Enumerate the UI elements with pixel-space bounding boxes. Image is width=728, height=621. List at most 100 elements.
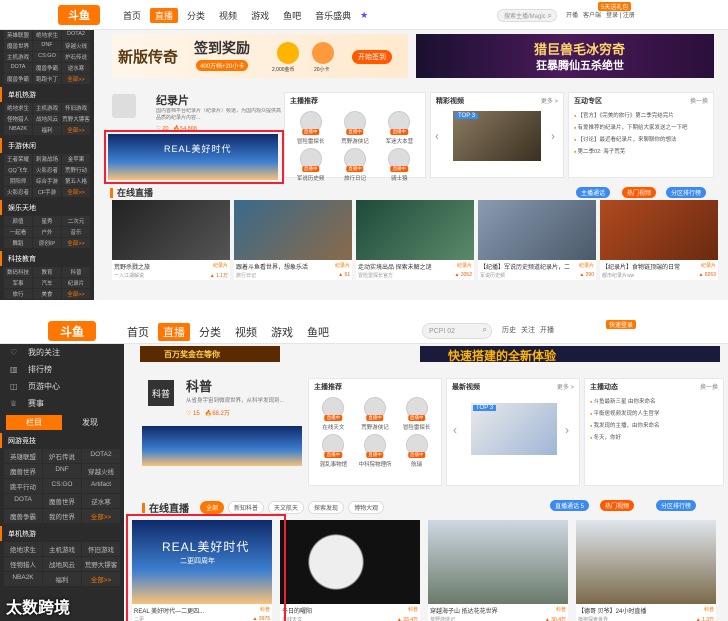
sidebar-item[interactable]: 魔兽争霸: [33, 63, 61, 73]
prev-arrow-icon[interactable]: ‹: [453, 423, 457, 437]
live-title[interactable]: 【德哥 贝爷】24小时直播: [576, 604, 716, 615]
sidebar-item[interactable]: 荒野大镖客: [62, 114, 90, 124]
sidebar-item[interactable]: 炉石传说: [62, 52, 90, 62]
sidebar-item[interactable]: CS:GO: [33, 52, 61, 62]
sidebar-item[interactable]: 荒野大镖客: [82, 557, 120, 571]
sidebar-item[interactable]: 金苹果: [62, 154, 90, 164]
sidebar-item[interactable]: 阴阳师: [4, 176, 32, 186]
video-thumb[interactable]: TOP 3: [453, 111, 541, 161]
sidebar-item[interactable]: 全部>>: [62, 187, 90, 197]
sidebar-item[interactable]: 魔兽争霸: [4, 509, 42, 523]
sidebar-item[interactable]: 星秀: [33, 216, 61, 226]
sidebar-item[interactable]: 原创IP: [33, 238, 61, 248]
streamer-item[interactable]: 直播中 冒险雷探长: [290, 111, 331, 145]
next-arrow-icon[interactable]: ›: [551, 129, 555, 143]
sidebar-item[interactable]: 怀旧游戏: [82, 542, 120, 556]
sidebar-item[interactable]: 综合手游: [33, 176, 61, 186]
sidebar-item[interactable]: Artifact: [82, 479, 120, 493]
sidebar-item[interactable]: DOTA2: [62, 30, 90, 40]
live-card[interactable]: 【纪录片】食物链顶端的日常 都市纪录片ww ▲ 8263 纪录片: [600, 200, 718, 280]
sidebar-item[interactable]: 绝地求生: [4, 103, 32, 113]
promo-banner-left[interactable]: 百万奖金在等你: [140, 346, 280, 362]
sidebar-item-rank[interactable]: ▥ 排行榜: [0, 361, 124, 378]
sidebar-item[interactable]: DNF: [43, 464, 81, 478]
sidebar-item-match[interactable]: ♕ 赛事: [0, 395, 124, 412]
streamer-name[interactable]: 都市纪录片ww: [602, 272, 634, 279]
sidebar-item[interactable]: 英雄联盟: [4, 30, 32, 40]
nav-category[interactable]: 分类: [182, 8, 210, 23]
sidebar-item[interactable]: 福利: [43, 572, 81, 586]
search-icon[interactable]: ⌕: [483, 325, 487, 335]
sidebar-item[interactable]: 全部>>: [62, 238, 90, 248]
sidebar-item[interactable]: 全部>>: [82, 509, 120, 523]
sidebar-item[interactable]: 荒野行动: [62, 165, 90, 175]
sidebar-item[interactable]: 王者荣耀: [4, 154, 32, 164]
category-video-banner[interactable]: [142, 426, 302, 466]
streamer-item[interactable]: 直播中 骑士猿: [379, 148, 420, 182]
pill-call[interactable]: 主播通话: [576, 187, 611, 198]
streamer-item[interactable]: 直播中 航瑞: [397, 434, 436, 468]
live-card[interactable]: 荒野杀戮之旅 一入江湖解说 ▲ 1.1万 纪录片: [112, 200, 230, 280]
signin-banner[interactable]: 新版传奇 签到奖励 400万档+20小卡 2,000金币 20小卡 开始签到: [112, 34, 408, 78]
pill-hot[interactable]: 热门视频: [622, 187, 657, 198]
streamer-item[interactable]: 直播中 混乱事物馆: [314, 434, 353, 468]
sidebar-item[interactable]: 怪物猎人: [4, 557, 42, 571]
dynamics-item[interactable]: 冬天，你好: [585, 431, 723, 443]
client-link[interactable]: 客户端: [583, 10, 601, 19]
history-link[interactable]: 历史: [502, 325, 516, 335]
live-card[interactable]: 【纪播】军说历史频道纪录片，二 军说历史频 ▲ 290 纪录片: [478, 200, 596, 280]
nav-yuba[interactable]: 鱼吧: [302, 323, 334, 341]
sidebar-item[interactable]: 主机游戏: [33, 103, 61, 113]
live-title[interactable]: 穿越海子山 抵达花花世界: [428, 604, 568, 615]
pill-rank[interactable]: 分区排行榜: [656, 500, 697, 511]
filter-tab[interactable]: 新知科普: [228, 501, 265, 514]
sidebar-item[interactable]: 二次元: [62, 216, 90, 226]
live-card[interactable]: 走动实境出品 探索未解之谜 冒险雷探长官方 ▲ 3352 纪录片: [356, 200, 474, 280]
sidebar-item[interactable]: 火影忍者: [4, 187, 32, 197]
dynamics-item[interactable]: 我发现的主播，由你来命名: [585, 419, 723, 431]
streamer-name[interactable]: 冒险雷探长官方: [358, 272, 393, 279]
search-icon[interactable]: ⌕: [548, 11, 552, 21]
live-thumbnail[interactable]: [600, 200, 718, 260]
nav-game[interactable]: 游戏: [246, 8, 274, 23]
live-thumbnail[interactable]: [112, 200, 230, 260]
sidebar-item[interactable]: 跑跑卡丁: [33, 74, 61, 84]
streamer-name[interactable]: 在线天文: [282, 616, 302, 621]
nav-home[interactable]: 首页: [122, 323, 154, 341]
filter-tab[interactable]: 天文航天: [268, 501, 305, 514]
category-video-banner[interactable]: REAL美好时代: [108, 134, 278, 180]
nav-live[interactable]: 直播: [158, 323, 190, 341]
live-card[interactable]: 跟着斗鱼看世界，想象乐活 旅行日记 ▲ 61 纪录片: [234, 200, 352, 280]
sidebar-item[interactable]: 怀旧游戏: [62, 103, 90, 113]
live-thumbnail[interactable]: [478, 200, 596, 260]
streamer-item[interactable]: 直播中 中科院物理所: [356, 434, 395, 468]
video-thumb[interactable]: TOP 3: [471, 403, 557, 455]
sidebar-item[interactable]: 穿越火线: [62, 41, 90, 51]
streamer-item[interactable]: 直播中 军迷大本营: [379, 111, 420, 145]
sidebar-item[interactable]: 魔兽争霸: [4, 74, 32, 84]
streamer-item[interactable]: 直播中 荒野游侠记: [334, 111, 375, 145]
streamer-name[interactable]: 军说历史频: [480, 272, 505, 279]
sidebar-item[interactable]: 全部>>: [82, 572, 120, 586]
sidebar-item[interactable]: 全部>>: [62, 125, 90, 135]
nav-video[interactable]: 视频: [230, 323, 262, 341]
filter-tab[interactable]: 探索发现: [308, 501, 345, 514]
sidebar-item[interactable]: 音乐: [62, 227, 90, 237]
sidebar-item[interactable]: 福利: [33, 125, 61, 135]
sidebar-item[interactable]: 旅行: [4, 289, 32, 299]
pill-rank[interactable]: 分区排行榜: [666, 187, 707, 198]
sidebar-item[interactable]: 英雄联盟: [4, 449, 42, 463]
sidebar-item[interactable]: 一起看: [4, 227, 32, 237]
sidebar-item[interactable]: 火影忍者: [33, 165, 61, 175]
video-more-link[interactable]: 更多 >: [557, 382, 574, 392]
sidebar-item[interactable]: 魔兽世界: [43, 494, 81, 508]
streamer-item[interactable]: 直播中 在线天文: [314, 397, 353, 431]
nav-video[interactable]: 视频: [214, 8, 242, 23]
nav-music[interactable]: 音乐盛典: [310, 8, 356, 23]
login-link[interactable]: 登录 | 注册: [606, 10, 635, 19]
sidebar-item[interactable]: CS:GO: [43, 479, 81, 493]
filter-tab[interactable]: 全部: [200, 501, 225, 514]
game-banner[interactable]: 猎巨兽毛冰穷奇 狂暴腾仙五杀绝世: [416, 34, 714, 78]
live-card[interactable]: 穿越海子山 抵达花花世界 荒野游侠记 ▲ 30.4万 科普: [428, 520, 568, 621]
streamer-item[interactable]: 直播中 旅行日记: [334, 148, 375, 182]
